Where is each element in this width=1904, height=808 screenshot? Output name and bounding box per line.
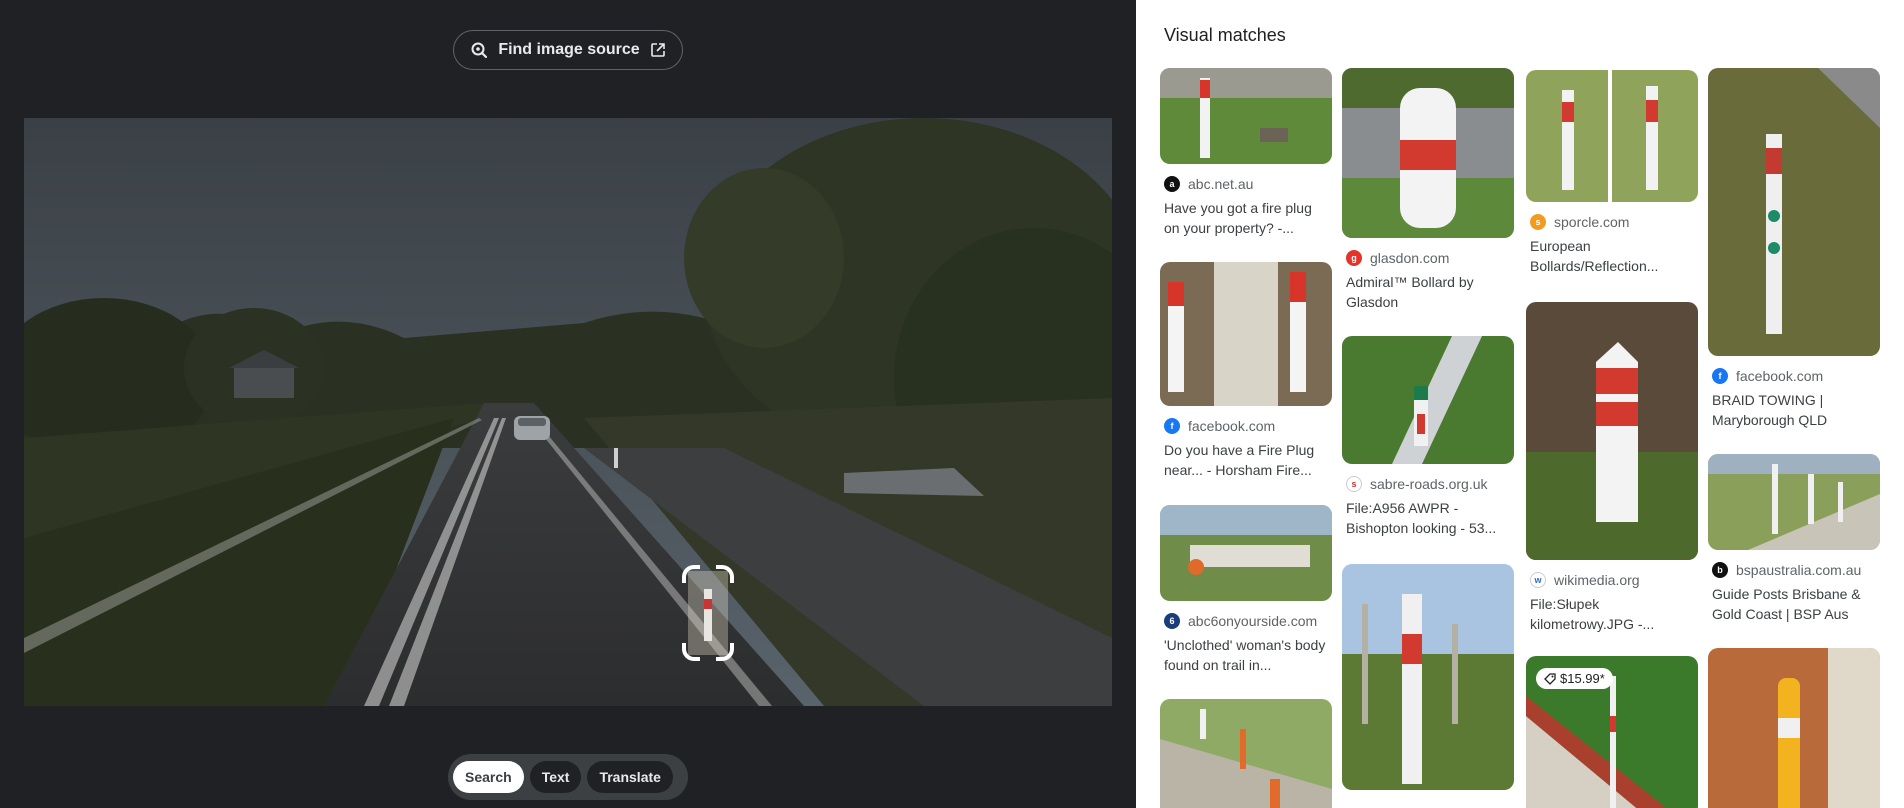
street-scene-image [24, 118, 1112, 706]
image-viewer-pane: Find image source Search Text Translate [0, 0, 1136, 808]
result-source[interactable]: g glasdon.com [1342, 250, 1514, 266]
result-card[interactable]: b bspaustralia.com.au Guide Posts Brisba… [1708, 454, 1880, 624]
result-source[interactable]: b bspaustralia.com.au [1708, 562, 1880, 578]
result-thumbnail[interactable]: $15.99* [1526, 656, 1698, 808]
result-thumbnail[interactable] [1342, 68, 1514, 238]
result-card[interactable]: f facebook.com Do you have a Fire Plug n… [1160, 262, 1332, 480]
result-title[interactable]: Guide Posts Brisbane & Gold Coast | BSP … [1708, 584, 1876, 624]
facebook-favicon-icon: f [1712, 368, 1728, 384]
result-source-label: abc6onyourside.com [1188, 613, 1318, 629]
result-source-label: abc.net.au [1188, 176, 1254, 192]
result-source-label: bspaustralia.com.au [1736, 562, 1862, 578]
result-thumbnail[interactable] [1342, 336, 1514, 464]
result-thumbnail[interactable] [1526, 302, 1698, 560]
sabre-favicon-icon: s [1346, 476, 1362, 492]
mode-search-button[interactable]: Search [453, 761, 524, 793]
mode-translate-button[interactable]: Translate [587, 761, 673, 793]
result-source[interactable]: 6 abc6onyourside.com [1160, 613, 1332, 629]
result-thumbnail[interactable] [1708, 454, 1880, 550]
result-title[interactable]: European Bollards/Reflection... [1526, 236, 1694, 276]
result-thumbnail[interactable] [1160, 505, 1332, 601]
result-card[interactable]: s sporcle.com European Bollards/Reflecti… [1526, 70, 1698, 276]
result-card[interactable] [1160, 699, 1332, 808]
result-thumbnail[interactable] [1526, 70, 1698, 202]
find-image-source-label: Find image source [498, 41, 640, 58]
result-title[interactable]: Have you got a fire plug on your propert… [1160, 198, 1328, 238]
result-thumbnail[interactable] [1708, 68, 1880, 356]
result-thumbnail[interactable] [1708, 648, 1880, 808]
result-title[interactable]: File:Słupek kilometrowy.JPG -... [1526, 594, 1694, 634]
result-thumbnail[interactable] [1160, 262, 1332, 406]
result-source[interactable]: w wikimedia.org [1526, 572, 1698, 588]
result-thumbnail[interactable] [1342, 564, 1514, 790]
result-card[interactable]: 6 abc6onyourside.com 'Unclothed' woman's… [1160, 505, 1332, 675]
result-source-label: facebook.com [1188, 418, 1276, 434]
result-source-label: sabre-roads.org.uk [1370, 476, 1488, 492]
price-tag: $15.99* [1536, 668, 1613, 689]
sporcle-favicon-icon: s [1530, 214, 1546, 230]
result-source-label: glasdon.com [1370, 250, 1450, 266]
price-label: $15.99* [1560, 671, 1605, 686]
open-external-icon [650, 43, 665, 57]
result-card[interactable]: w wikimedia.org File:Słupek kilometrowy.… [1526, 302, 1698, 634]
result-title[interactable]: Do you have a Fire Plug near... - Horsha… [1160, 440, 1328, 480]
crop-corner-br[interactable] [716, 643, 734, 661]
result-card[interactable] [1708, 648, 1880, 808]
result-card[interactable]: g glasdon.com Admiral™ Bollard by Glasdo… [1342, 68, 1514, 312]
crop-selection[interactable] [682, 565, 734, 661]
result-source[interactable]: s sabre-roads.org.uk [1342, 476, 1514, 492]
abc6-favicon-icon: 6 [1164, 613, 1180, 629]
crop-corner-bl[interactable] [682, 643, 700, 661]
result-card[interactable]: s sabre-roads.org.uk File:A956 AWPR - Bi… [1342, 336, 1514, 538]
result-title[interactable]: 'Unclothed' woman's body found on trail … [1160, 635, 1328, 675]
result-source-label: wikimedia.org [1554, 572, 1640, 588]
bsp-favicon-icon: b [1712, 562, 1728, 578]
visual-matches-panel: Visual matches a abc.net.au Have you got… [1136, 0, 1904, 808]
result-thumbnail[interactable] [1160, 68, 1332, 164]
wikimedia-favicon-icon: w [1530, 572, 1546, 588]
result-source-label: sporcle.com [1554, 214, 1630, 230]
result-card[interactable]: f facebook.com BRAID TOWING | Maryboroug… [1708, 68, 1880, 430]
crop-corner-tr[interactable] [716, 565, 734, 583]
glasdon-favicon-icon: g [1346, 250, 1362, 266]
result-title[interactable]: Admiral™ Bollard by Glasdon [1342, 272, 1510, 312]
mode-text-button[interactable]: Text [529, 761, 582, 793]
result-card[interactable]: a abc.net.au Have you got a fire plug on… [1160, 68, 1332, 238]
find-image-source-button[interactable]: Find image source [453, 30, 683, 70]
crop-corner-tl[interactable] [682, 565, 700, 583]
result-card[interactable]: $15.99* [1526, 656, 1698, 808]
result-source[interactable]: f facebook.com [1708, 368, 1880, 384]
visual-matches-heading: Visual matches [1164, 25, 1286, 45]
result-source[interactable]: a abc.net.au [1160, 176, 1332, 192]
result-source[interactable]: f facebook.com [1160, 418, 1332, 434]
tag-icon [1544, 672, 1556, 685]
result-title[interactable]: BRAID TOWING | Maryborough QLD [1708, 390, 1876, 430]
facebook-favicon-icon: f [1164, 418, 1180, 434]
lens-icon [471, 42, 488, 59]
result-card[interactable] [1342, 564, 1514, 790]
mode-switcher: Search Text Translate [448, 754, 688, 800]
result-source-label: facebook.com [1736, 368, 1824, 384]
result-thumbnail[interactable] [1160, 699, 1332, 808]
result-source[interactable]: s sporcle.com [1526, 214, 1698, 230]
abc-favicon-icon: a [1164, 176, 1180, 192]
query-photo[interactable] [24, 118, 1112, 706]
result-title[interactable]: File:A956 AWPR - Bishopton looking - 53.… [1342, 498, 1510, 538]
